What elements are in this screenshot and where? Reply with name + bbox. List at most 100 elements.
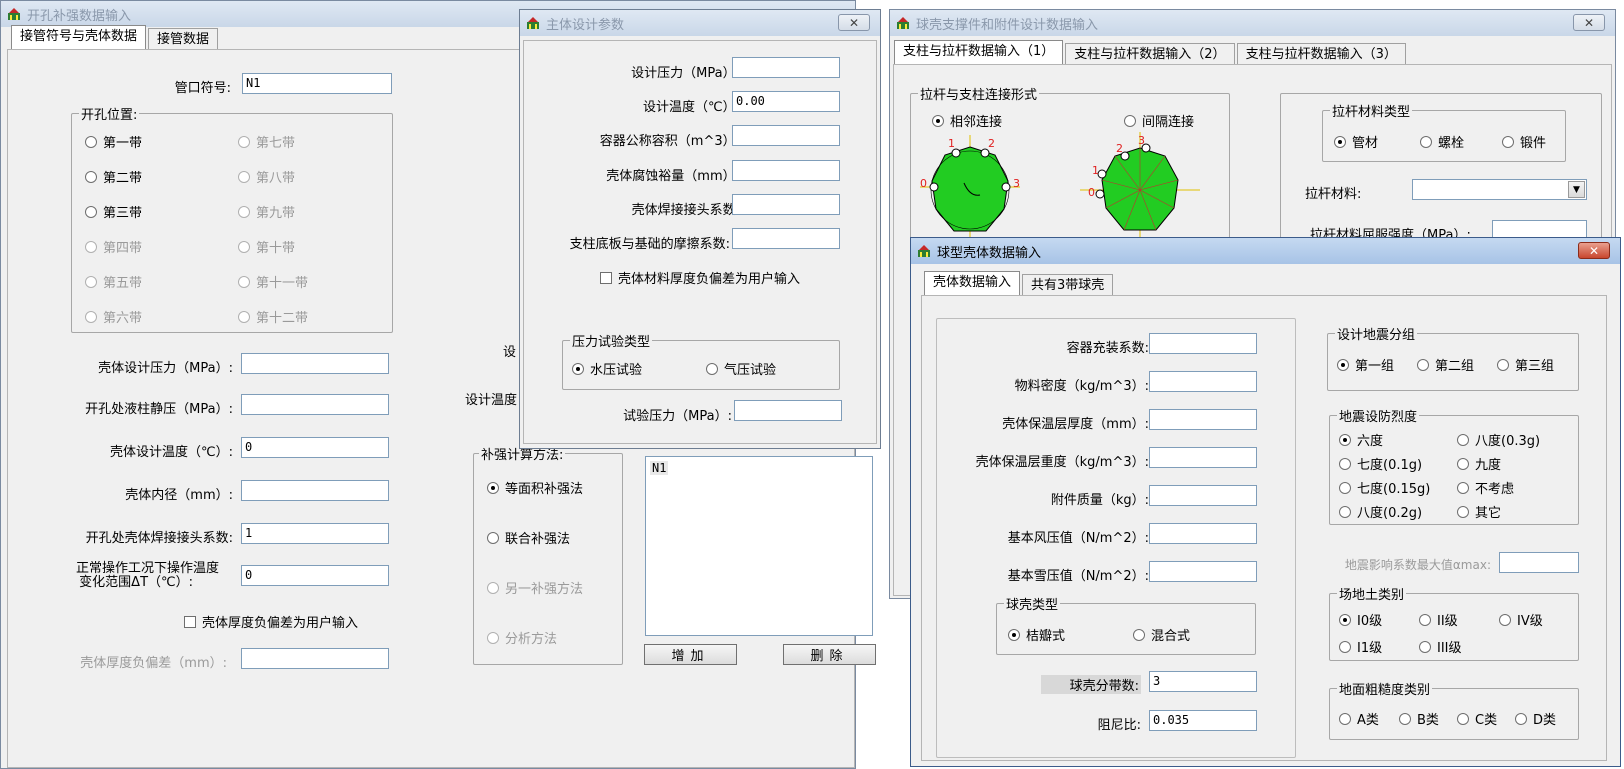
shell-pressure-input[interactable] [241, 353, 389, 374]
rough-c-radio[interactable]: C类 [1457, 709, 1497, 728]
titlebar-main-design[interactable]: 主体设计参数 ✕ [520, 10, 880, 36]
rough-b-radio[interactable]: B类 [1399, 709, 1439, 728]
nozzle-symbol-input[interactable]: N1 [242, 73, 392, 94]
seismic-group-1-radio[interactable]: 第一组 [1337, 355, 1394, 374]
titlebar-spherical-shell[interactable]: 球型壳体数据输入 ✕ [911, 238, 1620, 264]
snow-pressure-label: 基本雪压值（N/m^2）: [1007, 569, 1149, 584]
tab-shell-data[interactable]: 壳体数据输入 [924, 271, 1021, 296]
rod-material-select[interactable]: ▼ [1412, 179, 1587, 200]
band-2-radio[interactable]: 第二带 [85, 167, 142, 186]
method-analysis-radio[interactable]: 分析方法 [487, 628, 557, 647]
band-8-radio[interactable]: 第八带 [238, 167, 295, 186]
tab-support-3[interactable]: 支柱与拉杆数据输入（3） [1236, 43, 1406, 65]
band-6-radio[interactable]: 第六带 [85, 307, 142, 326]
wind-pressure-input[interactable] [1149, 523, 1257, 544]
intensity-7-015-radio[interactable]: 七度(0.15g) [1339, 478, 1430, 497]
intensity-8-03-radio[interactable]: 八度(0.3g) [1457, 430, 1540, 449]
close-button[interactable]: ✕ [1578, 242, 1610, 259]
intensity-none-radio[interactable]: 不考虑 [1457, 478, 1514, 497]
test-pressure-label: 试验压力（MPa）: [623, 409, 732, 424]
orange-petal-radio[interactable]: 桔瓣式 [1008, 625, 1065, 644]
intensity-8-02-radio[interactable]: 八度(0.2g) [1339, 502, 1422, 521]
liquid-static-input[interactable] [241, 394, 389, 415]
design-pressure-label: 设计压力（MPa）: [631, 66, 740, 81]
weld-joint-input[interactable] [732, 194, 840, 215]
list-item[interactable]: N1 [650, 461, 669, 475]
band-3-radio[interactable]: 第三带 [85, 202, 142, 221]
site-iv-radio[interactable]: IV级 [1499, 610, 1543, 629]
tab-support-2[interactable]: 支柱与拉杆数据输入（2） [1065, 43, 1235, 65]
temp-range-input[interactable]: 0 [241, 565, 389, 586]
band-1-radio[interactable]: 第一带 [85, 132, 142, 151]
shell-temp-input[interactable]: 0 [241, 437, 389, 458]
material-pipe-radio[interactable]: 管材 [1334, 132, 1378, 151]
adjacent-connection-radio[interactable]: 相邻连接 [932, 111, 1002, 130]
thickness-deviation-input[interactable] [241, 648, 389, 669]
band-12-radio[interactable]: 第十二带 [238, 307, 308, 326]
band-count-input[interactable]: 3 [1149, 671, 1257, 692]
design-temp-input[interactable]: 0.00 [732, 91, 840, 112]
tab-nozzle-shell[interactable]: 接管符号与壳体数据 [11, 25, 147, 50]
pneumatic-test-radio[interactable]: 气压试验 [706, 359, 776, 378]
temp-range-label-2: 变化范围ΔT（℃）: [79, 575, 193, 590]
method-equal-area-radio[interactable]: 等面积补强法 [487, 478, 583, 497]
dropdown-arrow-icon[interactable]: ▼ [1568, 181, 1585, 198]
insulation-thickness-input[interactable] [1149, 409, 1257, 430]
band-10-radio[interactable]: 第十带 [238, 237, 295, 256]
delete-button[interactable]: 删除 [783, 644, 876, 665]
close-button[interactable]: ✕ [1573, 14, 1605, 31]
band-9-radio[interactable]: 第九带 [238, 202, 295, 221]
test-pressure-input[interactable] [734, 400, 842, 421]
site-i1-radio[interactable]: I1级 [1339, 637, 1382, 656]
site-iii-radio[interactable]: III级 [1419, 637, 1462, 656]
mixed-type-radio[interactable]: 混合式 [1133, 625, 1190, 644]
shell-diameter-input[interactable] [241, 480, 389, 501]
add-button[interactable]: 增加 [644, 644, 737, 665]
window-title: 开孔补强数据输入 [27, 8, 132, 24]
site-ii-radio[interactable]: II级 [1419, 610, 1458, 629]
rough-a-radio[interactable]: A类 [1339, 709, 1379, 728]
seismic-group-3-radio[interactable]: 第三组 [1497, 355, 1554, 374]
damping-input[interactable]: 0.035 [1149, 710, 1257, 731]
fill-factor-input[interactable] [1149, 333, 1257, 354]
band-5-radio[interactable]: 第五带 [85, 272, 142, 291]
weld-factor-input[interactable]: 1 [241, 523, 389, 544]
tab-support-1[interactable]: 支柱与拉杆数据输入（1） [894, 40, 1064, 65]
band-11-radio[interactable]: 第十一带 [238, 272, 308, 291]
volume-input[interactable] [732, 125, 840, 146]
shell-temp-label: 壳体设计温度（℃）: [110, 445, 233, 460]
intensity-other-radio[interactable]: 其它 [1457, 502, 1501, 521]
intensity-6-radio[interactable]: 六度 [1339, 430, 1383, 449]
nozzle-listbox[interactable]: N1 [645, 456, 873, 636]
intensity-7-01-radio[interactable]: 七度(0.1g) [1339, 454, 1422, 473]
seismic-group-2-radio[interactable]: 第二组 [1417, 355, 1474, 374]
corrosion-input[interactable] [732, 160, 840, 181]
thickness-user-checkbox[interactable]: 壳体厚度负偏差为用户输入 [184, 612, 358, 631]
alpha-max-input[interactable] [1499, 552, 1579, 573]
material-type-title: 拉杆材料类型 [1330, 101, 1413, 120]
intensity-9-radio[interactable]: 九度 [1457, 454, 1501, 473]
app-icon [7, 7, 21, 21]
density-input[interactable] [1149, 371, 1257, 392]
method-combined-radio[interactable]: 联合补强法 [487, 528, 570, 547]
diagram-label: 1 [1092, 164, 1099, 177]
band-4-radio[interactable]: 第四带 [85, 237, 142, 256]
insulation-weight-input[interactable] [1149, 447, 1257, 468]
close-button[interactable]: ✕ [838, 14, 870, 31]
site-i0-radio[interactable]: I0级 [1339, 610, 1382, 629]
design-pressure-input[interactable] [732, 57, 840, 78]
material-user-checkbox[interactable]: 壳体材料厚度负偏差为用户输入 [600, 268, 800, 287]
material-forging-radio[interactable]: 锻件 [1502, 132, 1546, 151]
method-other-radio[interactable]: 另一补强方法 [487, 578, 583, 597]
band-7-radio[interactable]: 第七带 [238, 132, 295, 151]
friction-input[interactable] [732, 228, 840, 249]
tab-nozzle-data[interactable]: 接管数据 [148, 28, 219, 50]
snow-pressure-input[interactable] [1149, 561, 1257, 582]
rough-d-radio[interactable]: D类 [1515, 709, 1556, 728]
hydro-test-radio[interactable]: 水压试验 [572, 359, 642, 378]
material-bolt-radio[interactable]: 螺栓 [1420, 132, 1464, 151]
titlebar-support[interactable]: 球壳支撑件和附件设计数据输入 ✕ [890, 10, 1615, 36]
tab-band-count[interactable]: 共有3带球壳 [1022, 274, 1114, 296]
attachment-mass-input[interactable] [1149, 485, 1257, 506]
interval-connection-radio[interactable]: 间隔连接 [1124, 111, 1194, 130]
